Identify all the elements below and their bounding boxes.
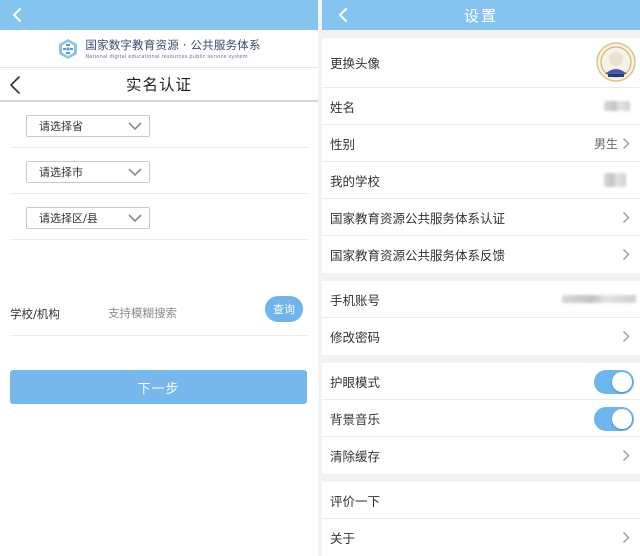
chevron-down-icon — [128, 168, 142, 177]
city-select[interactable]: 请选择市 — [26, 161, 150, 183]
chevron-down-icon — [128, 214, 142, 223]
settings-title: 设置 — [463, 6, 498, 25]
next-step-button[interactable]: 下一步 — [10, 370, 307, 404]
district-select[interactable]: 请选择区/县 — [26, 207, 150, 229]
city-row: 请选择市 — [10, 148, 308, 194]
certify-row[interactable]: 国家教育资源公共服务体系认证 — [322, 199, 640, 236]
district-select-label: 请选择区/县 — [39, 212, 98, 225]
school-search-row: 学校/机构 查询 — [10, 292, 308, 336]
change-password-label: 修改密码 — [330, 330, 381, 345]
profile-group: 更换头像 姓名 性别 男生 我的学校 国家教育资源公共服务体系认证 国家教育资源… — [322, 38, 640, 273]
logo-title: 国家数字教育资源 · 公共服务体系 — [85, 38, 261, 52]
chevron-right-icon — [623, 450, 630, 461]
avatar-icon[interactable] — [596, 42, 636, 82]
back-arrow-icon[interactable] — [334, 6, 354, 24]
name-label: 姓名 — [330, 99, 356, 115]
toggle-knob — [612, 372, 632, 392]
top-bar: 设置 — [322, 0, 640, 30]
back-arrow-icon[interactable] — [8, 6, 28, 24]
about-label: 关于 — [330, 531, 356, 546]
chevron-right-icon — [623, 331, 630, 342]
about-group: 评价一下 关于 — [322, 482, 640, 556]
school-value-redacted — [604, 173, 626, 187]
bg-music-row: 背景音乐 — [322, 400, 640, 437]
phone-row[interactable]: 手机账号 — [322, 281, 640, 318]
rate-row[interactable]: 评价一下 — [322, 482, 640, 519]
toggle-knob — [612, 409, 632, 429]
bg-music-label: 背景音乐 — [330, 411, 381, 427]
district-row: 请选择区/县 — [10, 194, 308, 240]
change-avatar-row[interactable]: 更换头像 — [322, 38, 640, 88]
bg-music-toggle[interactable] — [594, 407, 634, 431]
change-avatar-label: 更换头像 — [330, 56, 381, 71]
school-search-input[interactable] — [108, 302, 258, 324]
logo-subtitle: National digital educational resources p… — [85, 54, 248, 60]
top-bar — [0, 0, 318, 30]
change-password-row[interactable]: 修改密码 — [322, 318, 640, 355]
eye-mode-toggle[interactable] — [594, 370, 634, 394]
gender-label: 性别 — [330, 136, 356, 152]
my-school-label: 我的学校 — [330, 173, 381, 189]
my-school-row[interactable]: 我的学校 — [322, 162, 640, 199]
eye-mode-row: 护眼模式 — [322, 363, 640, 400]
back-arrow-icon[interactable] — [8, 75, 22, 95]
about-row[interactable]: 关于 — [322, 519, 640, 556]
city-select-label: 请选择市 — [39, 166, 83, 179]
page-header: 实名认证 — [0, 68, 318, 102]
feedback-row[interactable]: 国家教育资源公共服务体系反馈 — [322, 236, 640, 273]
feedback-label: 国家教育资源公共服务体系反馈 — [330, 248, 506, 263]
province-row: 请选择省 — [10, 102, 308, 148]
gender-row[interactable]: 性别 男生 — [322, 125, 640, 162]
query-button[interactable]: 查询 — [265, 296, 303, 322]
name-value-redacted — [604, 101, 630, 111]
settings-screen: 设置 更换头像 姓名 性别 男生 我的学校 国家教育资源公共服务体系认证 国家教… — [322, 0, 640, 556]
chevron-down-icon — [128, 122, 142, 131]
certify-label: 国家教育资源公共服务体系认证 — [330, 210, 506, 226]
phone-label: 手机账号 — [330, 292, 381, 308]
clear-cache-row[interactable]: 清除缓存 — [322, 437, 640, 474]
real-name-auth-screen: 国家数字教育资源 · 公共服务体系 National digital educa… — [0, 0, 318, 556]
rate-label: 评价一下 — [330, 493, 381, 509]
page-title: 实名认证 — [125, 76, 192, 94]
eye-mode-label: 护眼模式 — [330, 374, 381, 390]
clear-cache-label: 清除缓存 — [330, 449, 381, 464]
name-row[interactable]: 姓名 — [322, 88, 640, 125]
phone-value-redacted — [562, 295, 636, 303]
chevron-right-icon — [623, 138, 630, 149]
account-group: 手机账号 修改密码 — [322, 281, 640, 355]
logo-icon — [59, 38, 78, 59]
gender-value: 男生 — [593, 136, 618, 151]
province-select[interactable]: 请选择省 — [26, 115, 150, 137]
chevron-right-icon — [623, 249, 630, 260]
chevron-right-icon — [623, 212, 630, 223]
province-select-label: 请选择省 — [39, 120, 83, 133]
preferences-group: 护眼模式 背景音乐 清除缓存 — [322, 363, 640, 474]
logo-banner: 国家数字教育资源 · 公共服务体系 National digital educa… — [0, 30, 318, 68]
chevron-right-icon — [623, 532, 630, 543]
school-label: 学校/机构 — [10, 307, 60, 321]
